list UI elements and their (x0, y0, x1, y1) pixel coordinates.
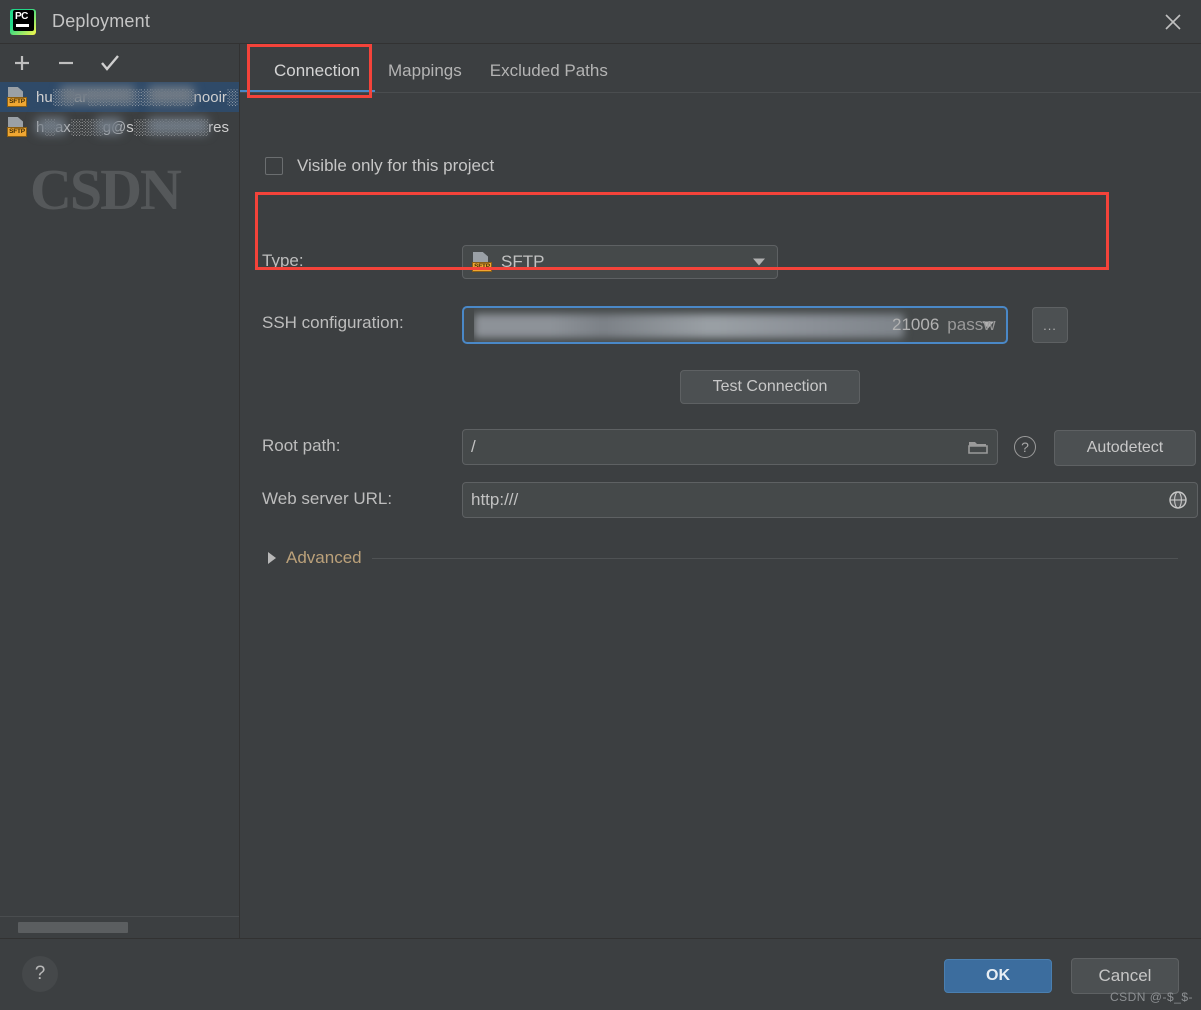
root-path-value: / (471, 437, 476, 456)
tab-excluded-paths[interactable]: Excluded Paths (476, 61, 622, 93)
sftp-icon: SFTP (6, 86, 28, 108)
root-path-label: Root path: (262, 436, 341, 455)
root-path-input[interactable]: / (462, 429, 998, 465)
autodetect-button[interactable]: Autodetect (1054, 430, 1196, 466)
sftp-icon: SFTP (471, 251, 493, 273)
minus-icon (59, 61, 73, 65)
web-server-url-label: Web server URL: (262, 489, 393, 508)
add-server-button[interactable] (8, 49, 36, 77)
dialog-footer: ? OK Cancel CSDN @-$_$- (0, 938, 1201, 1010)
visible-only-row: Visible only for this project (265, 156, 494, 176)
visible-only-label[interactable]: Visible only for this project (297, 156, 494, 176)
plus-icon (15, 56, 29, 70)
list-item[interactable]: SFTP h░ax░░░g@s░░░░░░░res (0, 112, 239, 142)
folder-icon[interactable] (965, 435, 991, 459)
window-title: Deployment (52, 11, 151, 31)
web-server-url-value: http:/// (471, 490, 519, 509)
sidebar-toolbar (0, 44, 239, 82)
server-list: SFTP hu░░ar░░░░░░░░░░nooir░ SFTP h░ax░░░… (0, 82, 239, 916)
ssh-configuration-label: SSH configuration: (262, 313, 404, 332)
dialog-body: SFTP hu░░ar░░░░░░░░░░nooir░ SFTP h░ax░░░… (0, 44, 1201, 938)
type-select[interactable]: SFTP SFTP (462, 245, 778, 279)
close-icon[interactable] (1145, 0, 1201, 44)
server-list-sidebar: SFTP hu░░ar░░░░░░░░░░nooir░ SFTP h░ax░░░… (0, 44, 240, 938)
tab-connection[interactable]: Connection (260, 61, 374, 93)
remove-server-button[interactable] (52, 49, 80, 77)
ssh-configuration-browse-button[interactable]: ... (1032, 307, 1068, 343)
tab-mappings[interactable]: Mappings (374, 61, 476, 93)
set-default-server-button[interactable] (96, 49, 124, 77)
check-icon (101, 55, 119, 71)
type-value: SFTP (501, 252, 545, 271)
test-connection-button[interactable]: Test Connection (680, 370, 860, 404)
advanced-divider (371, 557, 1178, 559)
list-item-label: h░ax░░░g@s░░░░░░░res (36, 118, 229, 136)
chevron-down-icon (982, 321, 994, 329)
root-path-help-icon[interactable]: ? (1014, 436, 1036, 458)
ssh-configuration-select[interactable]: 21006 password (462, 306, 1008, 344)
pycharm-logo-icon: PC (10, 8, 36, 35)
csdn-watermark-overlay: CSDN (30, 157, 182, 222)
type-label: Type: (262, 251, 304, 270)
list-item[interactable]: SFTP hu░░ar░░░░░░░░░░nooir░ (0, 82, 239, 112)
list-item-label: hu░░ar░░░░░░░░░░nooir░ (36, 88, 238, 106)
sidebar-scrollbar-track (0, 916, 239, 938)
horizontal-scrollbar[interactable] (18, 922, 128, 933)
help-button[interactable]: ? (22, 956, 58, 992)
chevron-down-icon (753, 258, 765, 266)
title-bar: PC Deployment (0, 0, 1201, 44)
chevron-right-icon (268, 552, 276, 564)
tab-bar-divider (240, 92, 1201, 93)
advanced-section-toggle[interactable]: Advanced (268, 548, 1178, 568)
globe-icon[interactable] (1167, 489, 1189, 511)
ok-button[interactable]: OK (944, 959, 1052, 993)
web-server-url-input[interactable]: http:/// (462, 482, 1198, 518)
tab-bar: Connection Mappings Excluded Paths (240, 44, 1201, 93)
advanced-label: Advanced (286, 548, 362, 567)
redaction-blur (474, 314, 904, 338)
visible-only-checkbox[interactable] (265, 157, 283, 175)
cancel-button[interactable]: Cancel (1071, 958, 1179, 994)
sftp-icon: SFTP (6, 116, 28, 138)
connection-panel: Connection Mappings Excluded Paths Visib… (240, 44, 1201, 938)
